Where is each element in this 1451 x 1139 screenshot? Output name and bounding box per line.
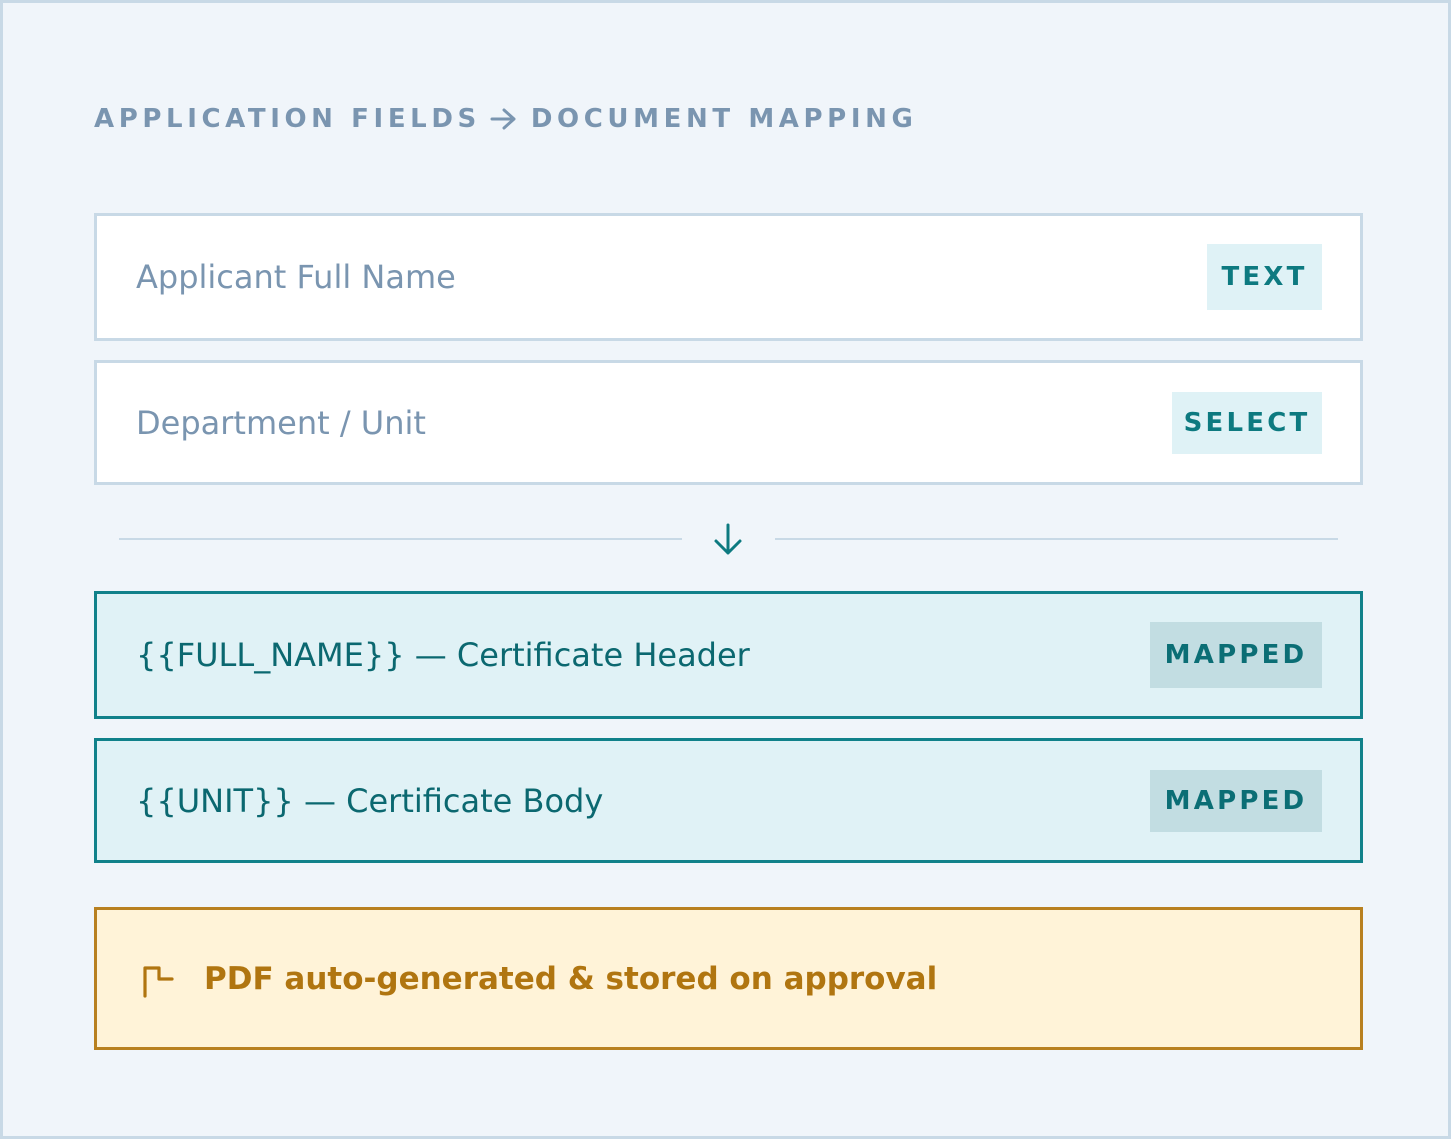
- mapped-field-row[interactable]: {{FULL_NAME}} — Certificate Header MAPPE…: [94, 591, 1363, 719]
- mapping-label: {{UNIT}} — Certificate Body: [136, 781, 604, 820]
- divider-line-left: [119, 538, 682, 540]
- arrow-down-icon: [714, 523, 742, 555]
- field-type-badge: TEXT: [1207, 244, 1322, 310]
- source-field-row[interactable]: Department / Unit SELECT: [94, 360, 1363, 485]
- mapping-label: {{FULL_NAME}} — Certificate Header: [136, 636, 750, 674]
- field-label: Department / Unit: [136, 403, 426, 442]
- field-label: Applicant Full Name: [136, 258, 456, 296]
- mapped-status-badge: MAPPED: [1150, 622, 1322, 688]
- source-field-row[interactable]: Applicant Full Name TEXT: [94, 213, 1363, 341]
- mapped-status-badge: MAPPED: [1150, 769, 1322, 832]
- pdf-generation-note: PDF auto-generated & stored on approval: [94, 907, 1363, 1050]
- divider-line-right: [775, 538, 1338, 540]
- note-text: PDF auto-generated & stored on approval: [204, 960, 938, 997]
- heading-target-label: DOCUMENT MAPPING: [530, 104, 918, 134]
- mapped-field-row[interactable]: {{UNIT}} — Certificate Body MAPPED: [94, 738, 1363, 863]
- heading-source-label: APPLICATION FIELDS: [94, 104, 481, 134]
- document-corner-icon: [143, 966, 174, 998]
- panel-heading: APPLICATION FIELDS DOCUMENT MAPPING: [94, 101, 917, 137]
- arrow-right-icon: [490, 108, 516, 130]
- mapping-panel: APPLICATION FIELDS DOCUMENT MAPPING Appl…: [0, 0, 1451, 1139]
- field-type-badge: SELECT: [1172, 391, 1322, 454]
